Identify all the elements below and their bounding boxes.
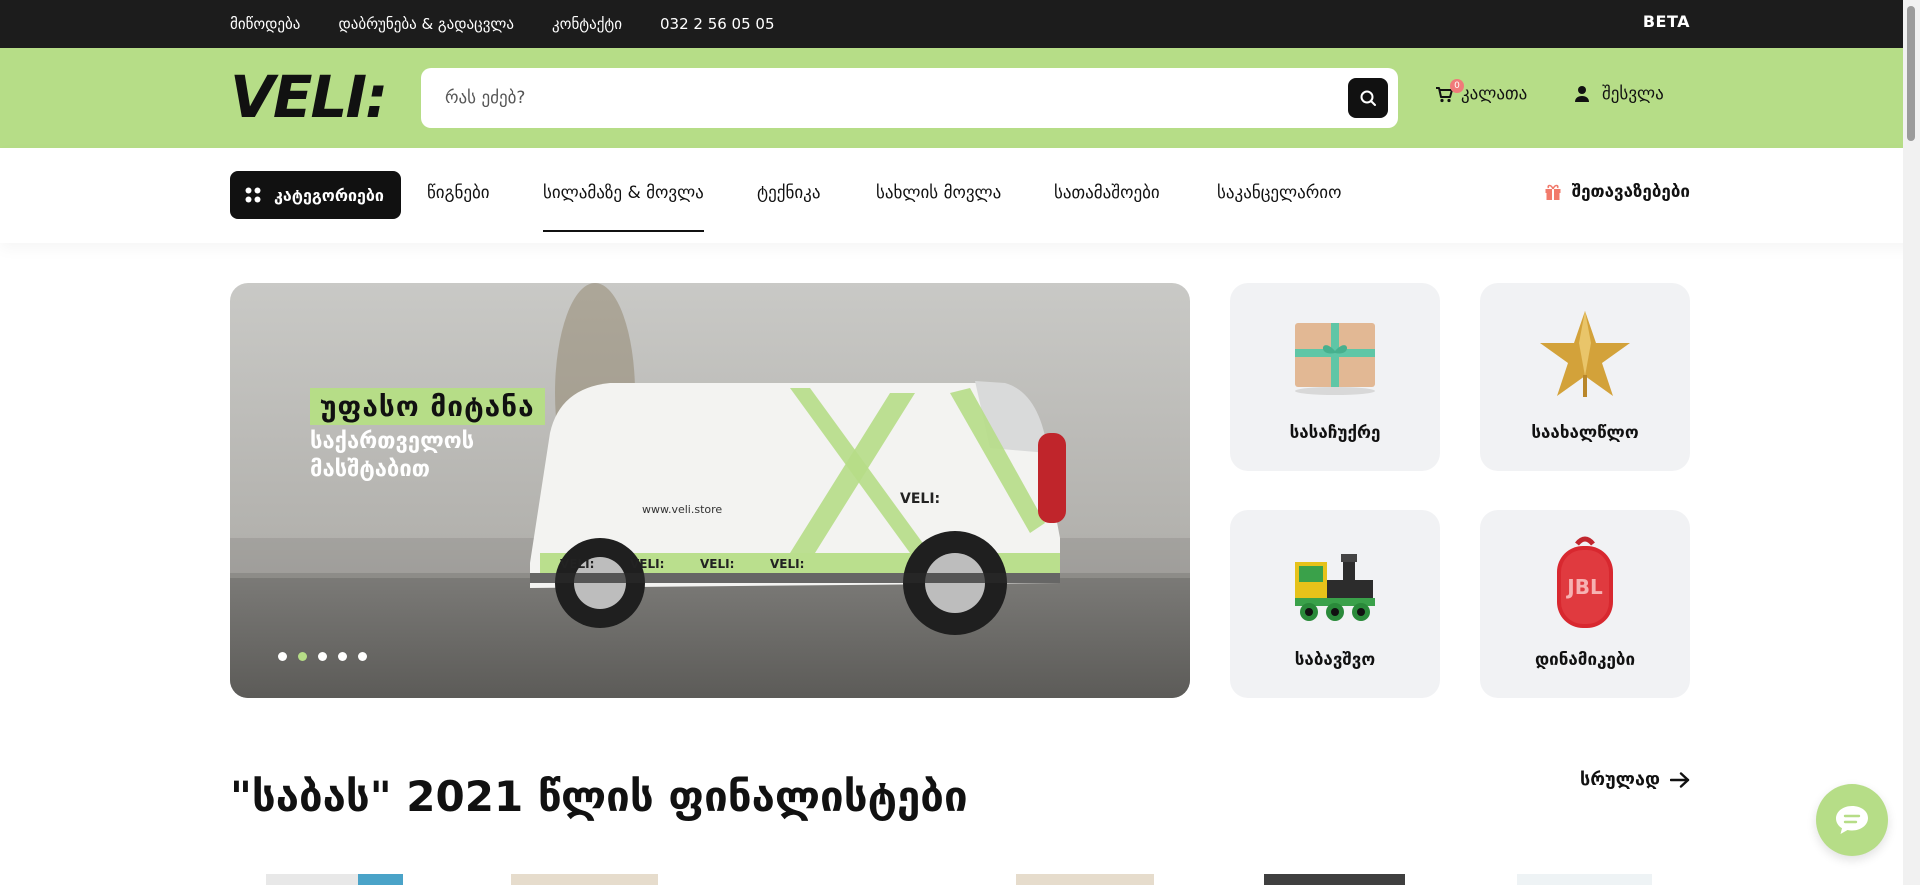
toy-train-icon [1295,554,1375,621]
returns-link[interactable]: დაბრუნება & გადაცვლა [338,15,514,33]
search-box [421,68,1398,128]
cart-label: კალათა [1461,84,1528,104]
nav-item-stationery[interactable]: საკანცელარიო [1217,183,1341,203]
contact-link[interactable]: კონტაქტი [552,15,622,33]
product-card[interactable] [1016,874,1154,885]
tile-kids[interactable]: საბავშვო [1230,510,1440,698]
offers-label: შეთავაზებები [1571,182,1690,202]
nav-item-tech[interactable]: ტექნიკა [757,183,820,203]
search-input[interactable] [445,68,1325,128]
offers-link[interactable]: შეთავაზებები [1544,182,1690,202]
jbl-speaker-icon: JBL [1557,536,1613,628]
star-ornament-icon [1540,311,1630,397]
login-label: შესვლა [1602,84,1664,104]
slider-dot-1[interactable] [278,652,287,661]
tile-label: საახალწლო [1531,423,1639,443]
grid-dots-icon [245,187,261,203]
delivery-van-image: www.veli.store VELI: VELI: VELI: VELI: V… [230,283,1190,698]
see-all-label: სრულად [1579,769,1660,790]
tile-label: საბავშვო [1294,650,1376,670]
categories-label: კატეგორიები [274,185,384,205]
van-tape-text-2: VELI: [630,557,664,571]
product-card[interactable] [266,874,403,885]
van-tape-text-3: VELI: [700,557,734,571]
chat-icon [1836,806,1868,834]
logo-text: VELI: [230,69,386,125]
product-card[interactable] [1517,874,1652,885]
search-icon [1360,90,1376,106]
tile-new-year[interactable]: საახალწლო [1480,283,1690,471]
van-tape-text-5: VELI: [900,491,940,507]
beta-badge: BETA [1642,12,1690,31]
scrollbar-thumb[interactable] [1907,6,1915,141]
see-all-link[interactable]: სრულად [1580,769,1690,790]
hero-banner[interactable]: www.veli.store VELI: VELI: VELI: VELI: V… [230,283,1190,698]
top-bar: მიწოდება დაბრუნება & გადაცვლა კონტაქტი 0… [0,0,1920,48]
product-card[interactable] [511,874,658,885]
hero-subline: საქართველოს მასშტაბით [310,429,475,482]
chat-button[interactable] [1816,784,1888,856]
phone-link[interactable]: 032 2 56 05 05 [660,15,775,33]
van-tape-text-4: VELI: [770,557,804,571]
categories-button[interactable]: კატეგორიები [230,171,401,219]
slider-dot-4[interactable] [338,652,347,661]
gift-icon [1545,184,1561,200]
arrow-right-icon [1670,771,1690,788]
tile-label: სასაჩუქრე [1289,423,1381,443]
section-title: "საბას" 2021 წლის ფინალისტები [230,772,968,821]
product-card[interactable] [1264,874,1405,885]
van-tape-text-1: VELI: [560,557,594,571]
page-scrollbar[interactable] [1903,0,1920,885]
cart-count-badge: 0 [1450,79,1464,93]
jbl-brand-text: JBL [1565,575,1603,599]
van-url-text: www.veli.store [642,503,722,516]
nav-item-toys[interactable]: სათამაშოები [1054,183,1160,203]
category-nav: კატეგორიები წიგნები სილამაზე & მოვლა ტექ… [0,148,1920,243]
slider-dots [278,652,367,661]
product-cover-accent [358,874,403,885]
login-button[interactable]: შესვლა [1574,84,1664,104]
veli-logo[interactable]: VELI: [230,69,408,125]
tile-gifts[interactable]: სასაჩუქრე [1230,283,1440,471]
gift-box-icon [1295,323,1375,395]
top-links: მიწოდება დაბრუნება & გადაცვლა კონტაქტი 0… [230,0,775,48]
nav-item-home-care[interactable]: სახლის მოვლა [876,183,1001,203]
cart-button[interactable]: 0 კალათა [1435,79,1528,104]
nav-item-beauty[interactable]: სილამაზე & მოვლა [543,183,704,232]
hero-headline: უფასო მიტანა [310,388,545,425]
tile-speakers[interactable]: JBL დინამიკები [1480,510,1690,698]
slider-dot-5[interactable] [358,652,367,661]
user-icon [1575,86,1589,102]
header: VELI: 0 კალათა [0,48,1920,148]
search-button[interactable] [1348,78,1388,118]
slider-dot-3[interactable] [318,652,327,661]
nav-item-books[interactable]: წიგნები [427,183,490,203]
tile-label: დინამიკები [1534,650,1636,670]
delivery-link[interactable]: მიწოდება [230,15,300,33]
page: მიწოდება დაბრუნება & გადაცვლა კონტაქტი 0… [0,0,1920,885]
slider-dot-2[interactable] [298,652,307,661]
